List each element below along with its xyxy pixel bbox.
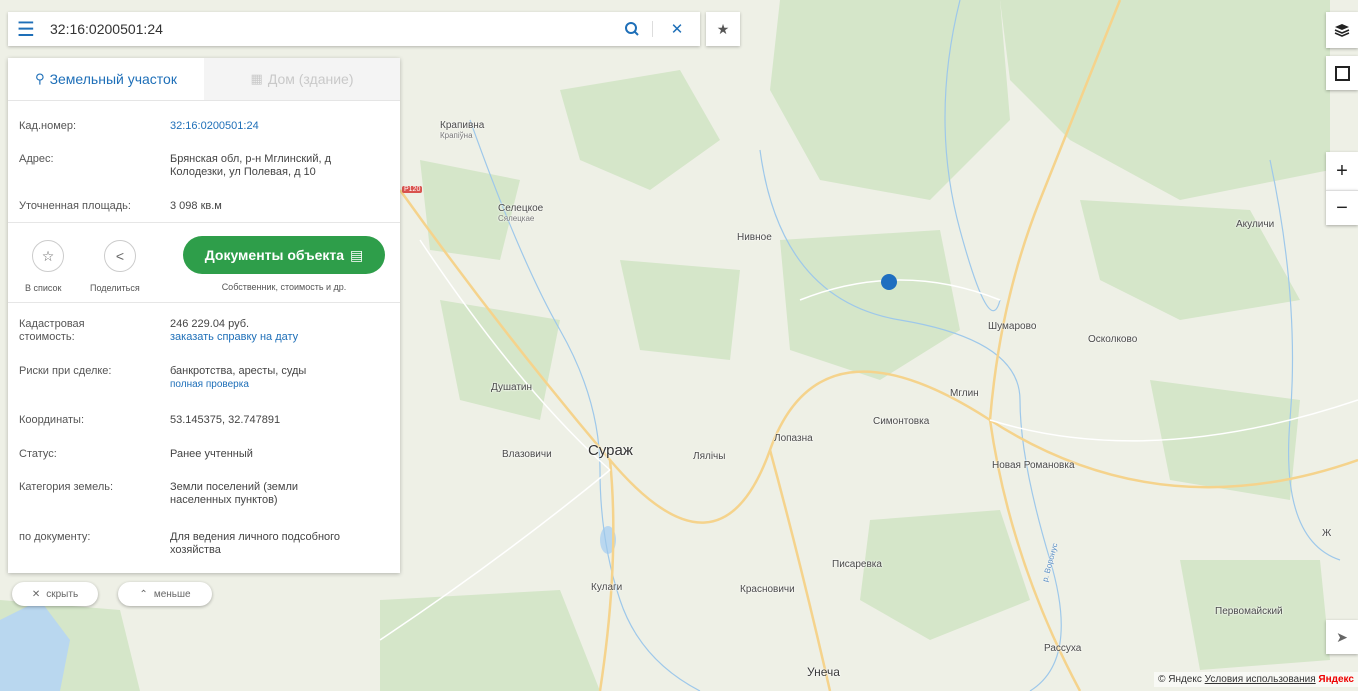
star-icon: ★ bbox=[716, 20, 730, 37]
document-icon: ▤ bbox=[350, 246, 364, 263]
zoom-out-button[interactable]: − bbox=[1326, 190, 1358, 225]
map-label-unecha: Унеча bbox=[807, 665, 840, 679]
share-icon: < bbox=[115, 248, 125, 264]
full-check-link[interactable]: полная проверка bbox=[170, 378, 390, 391]
favorite-button[interactable]: ★ bbox=[706, 12, 740, 46]
map-label-text: Крапивна bbox=[440, 120, 485, 131]
road-badge: Р120 bbox=[402, 186, 423, 193]
hide-label: скрыть bbox=[46, 588, 79, 600]
map-label-lyalichi: Лялічы bbox=[693, 451, 726, 462]
search-separator bbox=[652, 21, 653, 37]
close-icon: ✕ bbox=[670, 21, 684, 38]
docs-subtitle: Собственник, стоимость и др. bbox=[221, 282, 347, 292]
search-icon bbox=[625, 22, 639, 36]
terms-link[interactable]: Условия использования bbox=[1205, 674, 1316, 685]
order-certificate-link[interactable]: заказать справку на дату bbox=[170, 331, 390, 344]
area-value: 3 098 кв.м bbox=[170, 200, 222, 212]
doc-purpose-label: по документу: bbox=[19, 531, 91, 543]
geolocation-button[interactable]: ➤ bbox=[1326, 620, 1358, 654]
map-label-rassukha: Рассуха bbox=[1044, 643, 1082, 654]
map-label-pervomayskiy: Первомайский bbox=[1215, 606, 1283, 617]
category-label: Категория земель: bbox=[19, 481, 114, 493]
building-icon: ▦ bbox=[250, 71, 263, 86]
docs-button-label: Документы объекта bbox=[204, 247, 345, 263]
tab-label: Земельный участок bbox=[49, 71, 177, 87]
map-label-text: Селецкое bbox=[498, 203, 544, 214]
map-label-akulichi: Акуличи bbox=[1236, 219, 1275, 230]
share-button[interactable]: < bbox=[104, 240, 136, 272]
map-label-nivnoe: Нивное bbox=[737, 232, 772, 243]
location-arrow-icon: ➤ bbox=[1336, 628, 1348, 645]
parcel-info-panel: ⚲ Земельный участок ▦ Дом (здание) Кад.н… bbox=[8, 58, 400, 573]
address-label: Адрес: bbox=[19, 153, 54, 165]
menu-button[interactable]: ☰ bbox=[8, 12, 44, 46]
tab-house[interactable]: ▦ Дом (здание) bbox=[204, 58, 400, 100]
address-value: Брянская обл, р-н Мглинский, д Колодезки… bbox=[170, 153, 331, 178]
coords-value: 53.145375, 32.747891 bbox=[170, 414, 281, 426]
search-input[interactable] bbox=[44, 21, 576, 37]
tab-land-plot[interactable]: ⚲ Земельный участок bbox=[8, 58, 204, 100]
divider bbox=[8, 302, 400, 303]
share-label: Поделиться bbox=[90, 283, 140, 293]
minus-icon: − bbox=[1336, 196, 1348, 219]
search-bar: ☰ ✕ bbox=[8, 12, 700, 46]
map-label-oskolkovo: Осколково bbox=[1088, 334, 1138, 345]
doc-purpose-value: Для ведения личного подсобного хозяйства bbox=[170, 531, 341, 556]
star-outline-icon: ☆ bbox=[41, 247, 55, 264]
plus-icon: + bbox=[1336, 159, 1348, 182]
map-label-dushatin: Душатин bbox=[491, 382, 533, 393]
add-to-list-button[interactable]: ☆ bbox=[32, 240, 64, 272]
object-documents-button[interactable]: Документы объекта ▤ bbox=[183, 236, 385, 274]
search-button[interactable] bbox=[619, 16, 645, 42]
hide-panel-button[interactable]: ✕ скрыть bbox=[12, 582, 98, 606]
fullscreen-icon bbox=[1334, 65, 1350, 81]
yandex-logo[interactable]: Яндекс bbox=[1318, 674, 1354, 685]
fullscreen-button[interactable] bbox=[1326, 56, 1358, 90]
map-label-surazh: Сураж bbox=[588, 442, 633, 459]
layers-icon bbox=[1334, 24, 1350, 37]
map-label-simontovka: Симонтовка bbox=[873, 416, 930, 427]
tab-label: Дом (здание) bbox=[267, 71, 354, 87]
panel-tabs: ⚲ Земельный участок ▦ Дом (здание) bbox=[8, 58, 400, 101]
map-label-subtext: Крапіўна bbox=[440, 131, 473, 140]
divider bbox=[8, 222, 400, 223]
map-label-shumarovo: Шумарово bbox=[988, 321, 1037, 332]
cad-cost-label: Кадастровая стоимость: bbox=[19, 318, 85, 343]
close-icon: ✕ bbox=[31, 588, 41, 600]
zoom-in-button[interactable]: + bbox=[1326, 152, 1358, 190]
risks-label: Риски при сделке: bbox=[19, 365, 112, 377]
less-label: меньше bbox=[153, 588, 191, 600]
map-label-pisarevka: Писаревка bbox=[832, 559, 882, 570]
map-label-subtext: Сялецкае bbox=[498, 214, 535, 223]
collapse-panel-button[interactable]: ⌃ меньше bbox=[118, 582, 212, 606]
hamburger-icon: ☰ bbox=[17, 18, 35, 41]
map-label-vlazovichi: Влазовичи bbox=[502, 449, 552, 460]
map-label-seletskoe: Селецкое Сялецкае bbox=[498, 203, 543, 223]
map-label-zh: Ж bbox=[1322, 528, 1332, 539]
category-value: Земли поселений (земли населенных пункто… bbox=[170, 481, 299, 506]
layers-button[interactable] bbox=[1326, 12, 1358, 48]
map-label-kulagi: Кулаги bbox=[591, 582, 623, 593]
add-to-list-label: В список bbox=[25, 283, 62, 293]
map-label-mglin: Мглин bbox=[950, 388, 979, 399]
pin-icon: ⚲ bbox=[35, 71, 45, 86]
area-label: Уточненная площадь: bbox=[19, 200, 131, 212]
status-label: Статус: bbox=[19, 448, 57, 460]
coords-label: Координаты: bbox=[19, 414, 85, 426]
copyright-prefix: © Яндекс bbox=[1158, 674, 1202, 685]
clear-button[interactable]: ✕ bbox=[664, 16, 690, 42]
cad-number-value[interactable]: 32:16:0200501:24 bbox=[170, 120, 390, 133]
risks-value: банкротства, аресты, суды bbox=[170, 365, 307, 377]
status-value: Ранее учтенный bbox=[170, 448, 253, 460]
map-label-krapivna: Крапивна Крапіўна bbox=[440, 120, 484, 140]
map-label-krasnovichi: Красновичи bbox=[740, 584, 795, 595]
chevron-up-icon: ⌃ bbox=[139, 588, 148, 600]
cad-number-label: Кад.номер: bbox=[19, 120, 77, 132]
parcel-marker[interactable] bbox=[881, 274, 897, 290]
map-label-lopazna: Лопазна bbox=[774, 433, 813, 444]
cad-cost-value: 246 229.04 руб. bbox=[170, 318, 250, 330]
map-copyright: © Яндекс Условия использования Яндекс bbox=[1154, 672, 1358, 687]
map-label-novaya-romanovka: Новая Романовка bbox=[992, 460, 1075, 471]
